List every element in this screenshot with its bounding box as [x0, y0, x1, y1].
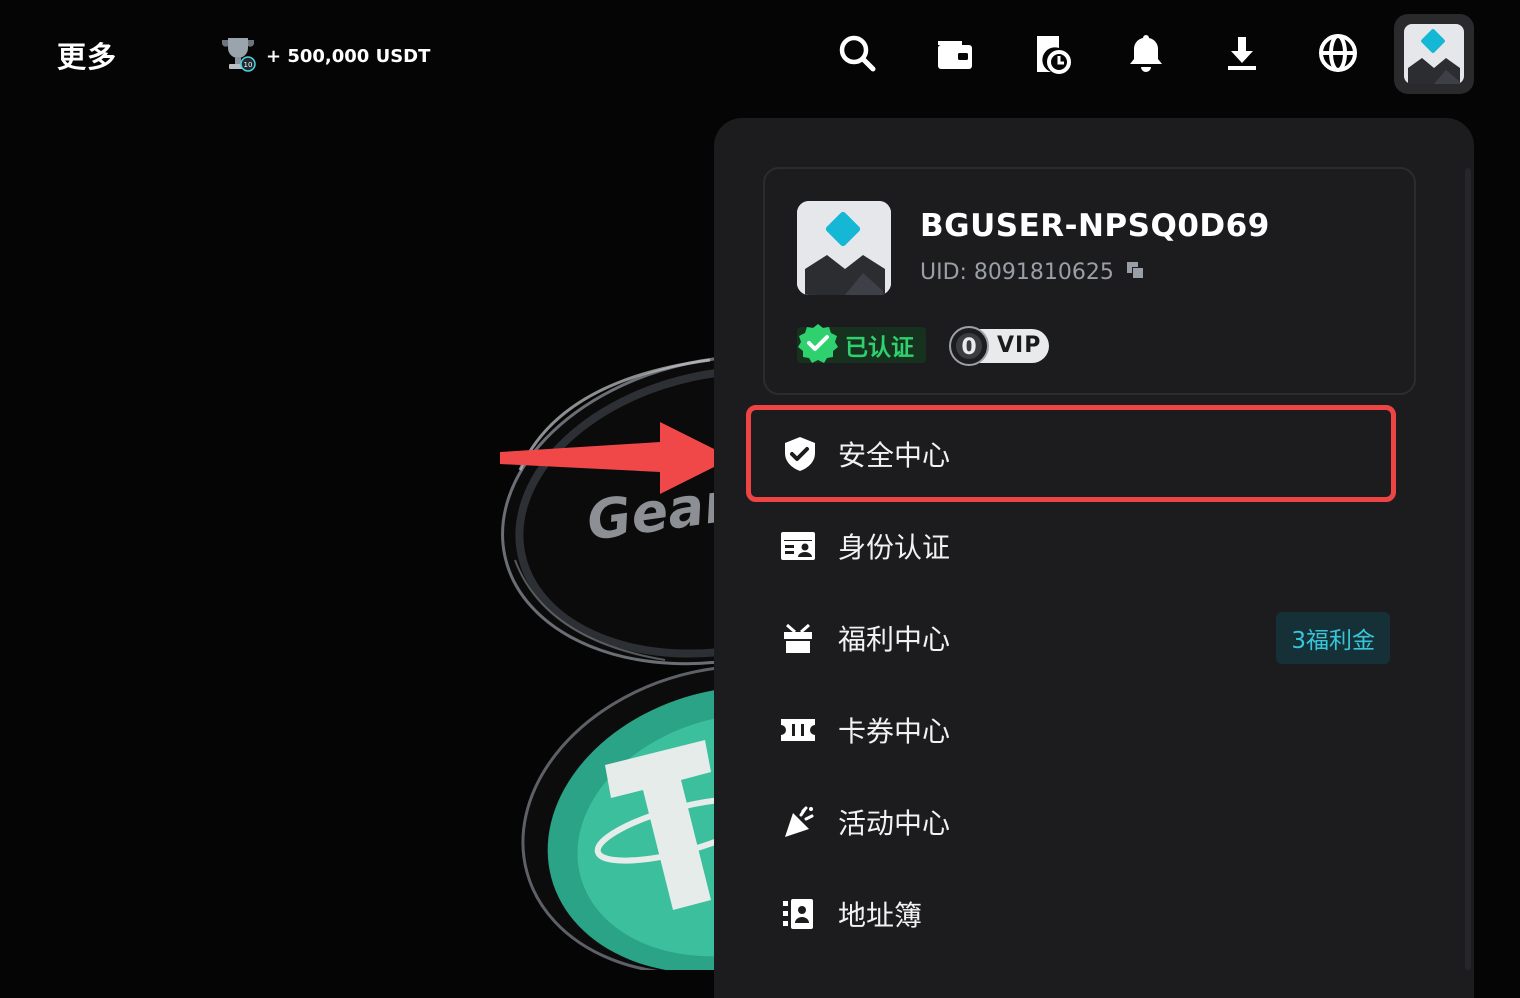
- panel-scrollbar[interactable]: [1465, 168, 1471, 970]
- uid-text: UID: 8091810625: [920, 260, 1114, 285]
- menu-item-address-book[interactable]: 地址簿: [746, 868, 1396, 960]
- verified-label: 已认证: [845, 335, 914, 361]
- verified-check-icon: [797, 322, 839, 368]
- coin-illustration: Gear: [501, 354, 714, 970]
- copy-icon[interactable]: [1126, 260, 1144, 285]
- username: BGUSER-NPSQ0D69: [920, 208, 1270, 244]
- search-icon[interactable]: [835, 31, 879, 75]
- background-coin-art: Gear: [0, 110, 714, 970]
- menu-item-label: 身份认证: [838, 531, 951, 564]
- pointer-arrow: [500, 422, 732, 494]
- menu-item-benefits-center[interactable]: 福利中心 3福利金: [746, 592, 1396, 684]
- menu-item-label: 活动中心: [838, 807, 951, 840]
- vip-badge[interactable]: 0 VIP: [947, 326, 1051, 366]
- profile-avatar: [797, 201, 891, 295]
- avatar[interactable]: [1394, 14, 1474, 94]
- uid-row: UID: 8091810625: [920, 260, 1144, 285]
- more-menu-label[interactable]: 更多: [57, 34, 117, 76]
- shield-check-icon: [782, 436, 818, 472]
- ticket-icon: [780, 712, 816, 748]
- menu-item-activity-center[interactable]: 活动中心: [746, 776, 1396, 868]
- top-bar: 更多 10 + 500,000 USDT: [0, 0, 1520, 110]
- gift-icon: [780, 620, 816, 656]
- menu-item-security-center[interactable]: 安全中心: [746, 405, 1396, 502]
- menu-item-identity-verification[interactable]: 身份认证: [746, 500, 1396, 592]
- party-popper-icon: [780, 804, 816, 840]
- promo-text: + 500,000 USDT: [266, 45, 431, 67]
- promo-banner[interactable]: 10 + 500,000 USDT: [218, 36, 430, 76]
- menu-item-coupon-center[interactable]: 卡券中心: [746, 684, 1396, 776]
- benefit-count-badge: 3福利金: [1276, 612, 1390, 664]
- orders-history-icon[interactable]: [1028, 31, 1072, 75]
- vip-label: VIP: [997, 333, 1042, 358]
- trophy-icon: 10: [218, 34, 258, 78]
- verified-badge: 已认证: [797, 324, 926, 363]
- globe-icon[interactable]: [1316, 31, 1360, 75]
- download-icon[interactable]: [1220, 31, 1264, 75]
- id-card-icon: [780, 528, 816, 564]
- wallet-icon[interactable]: [932, 31, 976, 75]
- menu-item-label: 福利中心: [838, 623, 951, 656]
- menu-item-label: 卡券中心: [838, 715, 951, 748]
- bell-icon[interactable]: [1124, 31, 1168, 75]
- address-book-icon: [780, 896, 816, 932]
- menu-item-label: 地址簿: [838, 899, 923, 932]
- vip-level: 0: [961, 335, 976, 360]
- svg-text:10: 10: [244, 61, 253, 69]
- menu-item-label: 安全中心: [838, 438, 951, 472]
